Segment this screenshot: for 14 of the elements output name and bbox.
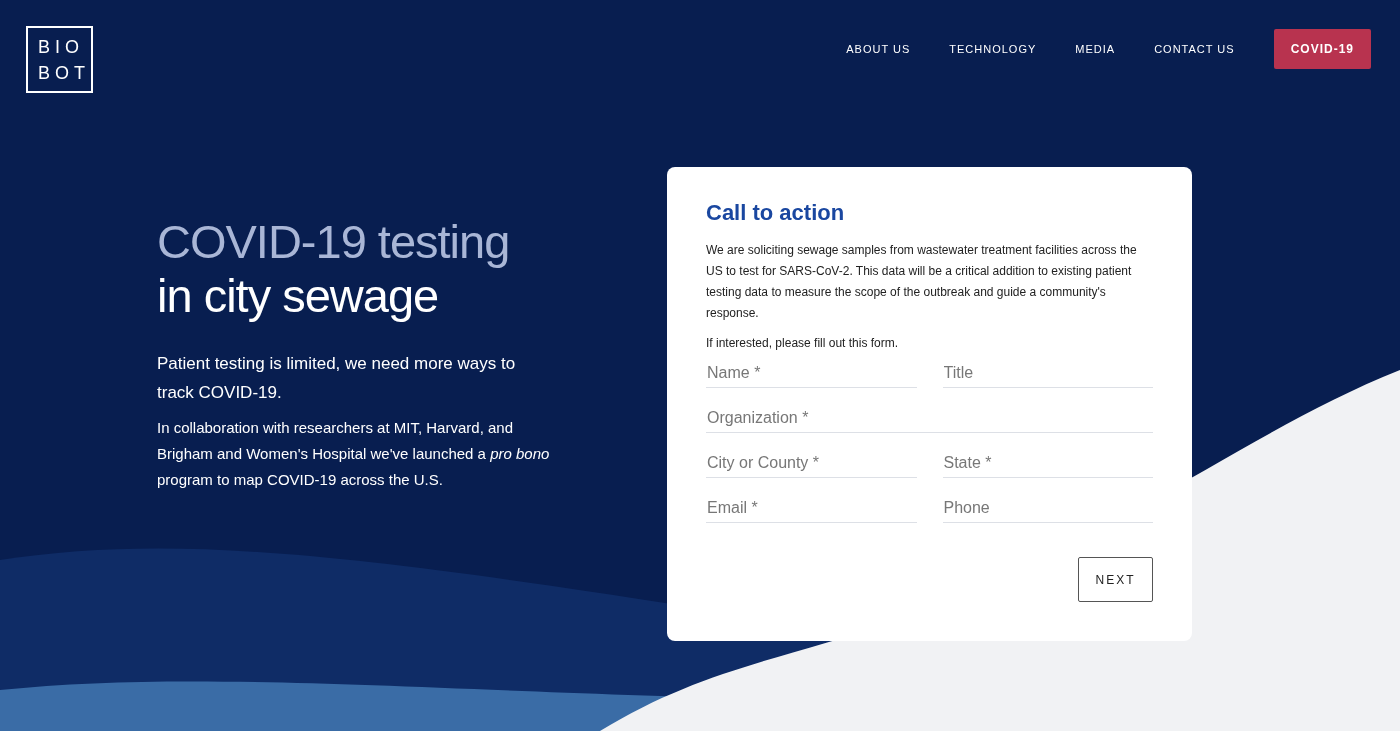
nav-link[interactable]: CONTACT US	[1154, 43, 1235, 55]
nav-link[interactable]: ABOUT US	[846, 43, 911, 55]
logo[interactable]: BIO BOT	[26, 26, 93, 93]
covid-button[interactable]: COVID-19	[1273, 29, 1371, 69]
note-text: If interested, please fill out this form.	[706, 336, 900, 350]
nav-link[interactable]: MEDIA	[1075, 43, 1116, 55]
headline: COVID-19 testing	[157, 215, 510, 269]
lead-text: Patient testing is limited, we need more ways to track COVID-19.	[157, 353, 517, 404]
next-button[interactable]: NEXT	[1078, 557, 1153, 602]
nav-link[interactable]: TECHNOLOGY	[949, 43, 1037, 55]
form-title: Call to action	[706, 200, 846, 226]
body-text: In collaboration with researchers at MIT, Harvard, and Brigham and Women's Hospital we've launched a pro bono program to map COVID-19 across the U.S.	[157, 418, 551, 490]
headline: in city sewage	[157, 269, 439, 323]
intro-text: We are soliciting sewage samples from wastewater treatment facilities across the US to test for SARS-CoV-2. This data will be a critical addition to existing patient testing data to measure the scope of the outbreak and guide a community's response.	[706, 242, 1138, 322]
